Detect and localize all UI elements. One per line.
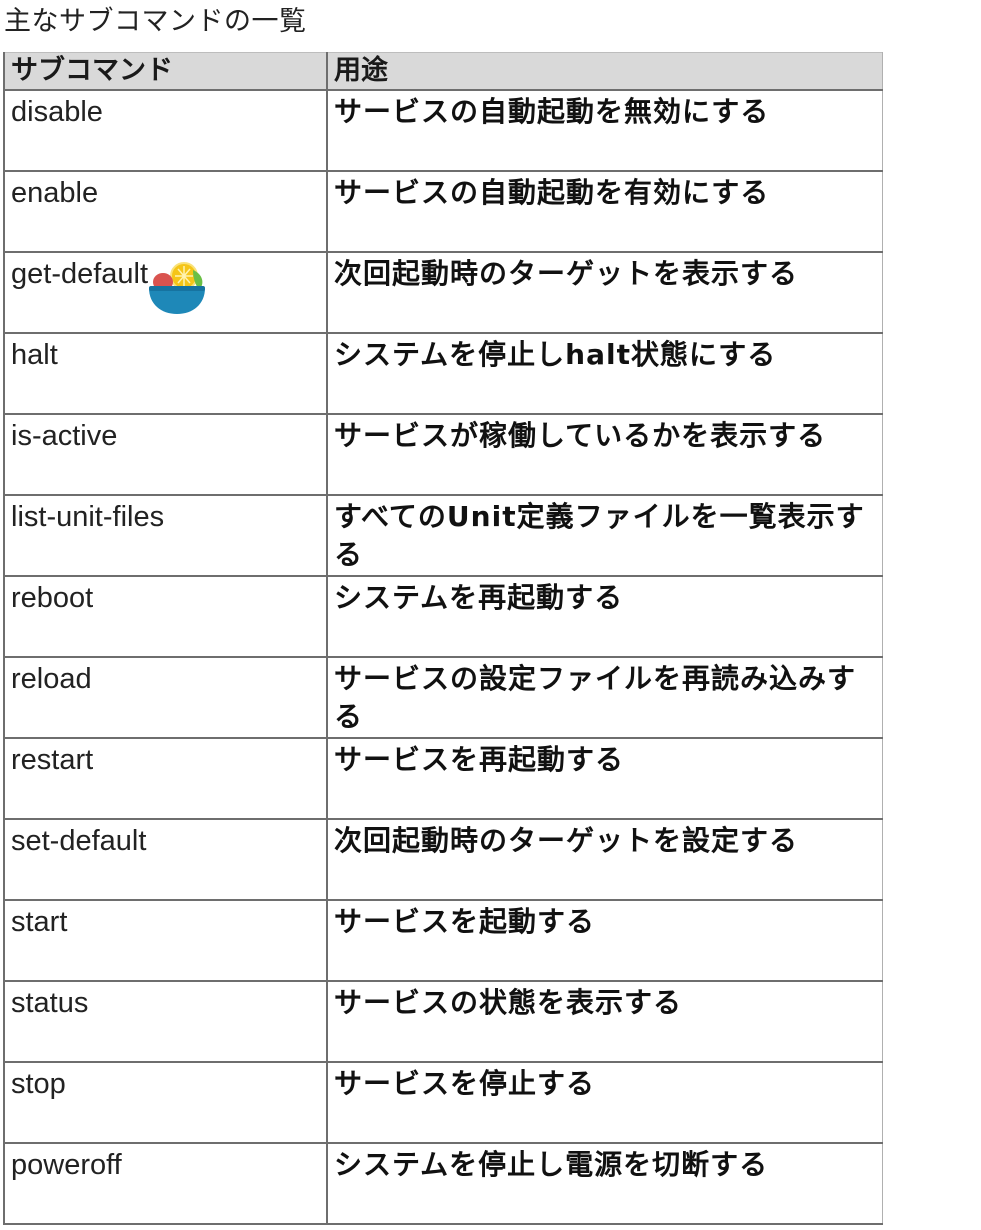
usage-cell: すべてのUnit定義ファイルを一覧表示する — [326, 494, 883, 577]
usage-cell: システムを再起動する — [326, 575, 883, 658]
table-row: start サービスを起動する — [3, 899, 883, 982]
usage-cell: システムを停止し電源を切断する — [326, 1142, 883, 1225]
subcommand-cell: reboot — [3, 575, 328, 658]
fruit-bowl-icon[interactable] — [147, 256, 207, 318]
table-row: list-unit-files すべてのUnit定義ファイルを一覧表示する — [3, 494, 883, 577]
subcommand-cell: stop — [3, 1061, 328, 1144]
usage-cell: サービスが稼働しているかを表示する — [326, 413, 883, 496]
subcommand-cell: is-active — [3, 413, 328, 496]
subcommand-cell: halt — [3, 332, 328, 415]
table-row: reboot システムを再起動する — [3, 575, 883, 658]
usage-cell: 次回起動時のターゲットを表示する — [326, 251, 883, 334]
header-subcommand: サブコマンド — [3, 52, 328, 91]
subcommand-table: サブコマンド 用途 disable サービスの自動起動を無効にする enable… — [3, 52, 883, 1225]
page-title: 主なサブコマンドの一覧 — [4, 6, 307, 37]
table-row: enable サービスの自動起動を有効にする — [3, 170, 883, 253]
table-row: reload サービスの設定ファイルを再読み込みする — [3, 656, 883, 739]
usage-cell: システムを停止しhalt状態にする — [326, 332, 883, 415]
table-row: stop サービスを停止する — [3, 1061, 883, 1144]
usage-cell: サービスを停止する — [326, 1061, 883, 1144]
usage-cell: サービスの状態を表示する — [326, 980, 883, 1063]
table-row: is-active サービスが稼働しているかを表示する — [3, 413, 883, 496]
table-row: set-default 次回起動時のターゲットを設定する — [3, 818, 883, 901]
usage-cell: サービスの設定ファイルを再読み込みする — [326, 656, 883, 739]
subcommand-cell: status — [3, 980, 328, 1063]
subcommand-cell: enable — [3, 170, 328, 253]
subcommand-cell: start — [3, 899, 328, 982]
table-row: status サービスの状態を表示する — [3, 980, 883, 1063]
subcommand-cell: list-unit-files — [3, 494, 328, 577]
usage-cell: サービスの自動起動を無効にする — [326, 89, 883, 172]
subcommand-cell: poweroff — [3, 1142, 328, 1225]
subcommand-cell: restart — [3, 737, 328, 820]
table-row: disable サービスの自動起動を無効にする — [3, 89, 883, 172]
usage-cell: 次回起動時のターゲットを設定する — [326, 818, 883, 901]
subcommand-cell: disable — [3, 89, 328, 172]
table-header-row: サブコマンド 用途 — [3, 52, 883, 91]
table-row: restart サービスを再起動する — [3, 737, 883, 820]
subcommand-cell: reload — [3, 656, 328, 739]
table-row: poweroff システムを停止し電源を切断する — [3, 1142, 883, 1225]
subcommand-cell: set-default — [3, 818, 328, 901]
header-usage: 用途 — [326, 52, 883, 91]
table-row: halt システムを停止しhalt状態にする — [3, 332, 883, 415]
usage-cell: サービスの自動起動を有効にする — [326, 170, 883, 253]
table-row: get-default 次回起動時のターゲットを表示する — [3, 251, 883, 334]
usage-cell: サービスを起動する — [326, 899, 883, 982]
usage-cell: サービスを再起動する — [326, 737, 883, 820]
